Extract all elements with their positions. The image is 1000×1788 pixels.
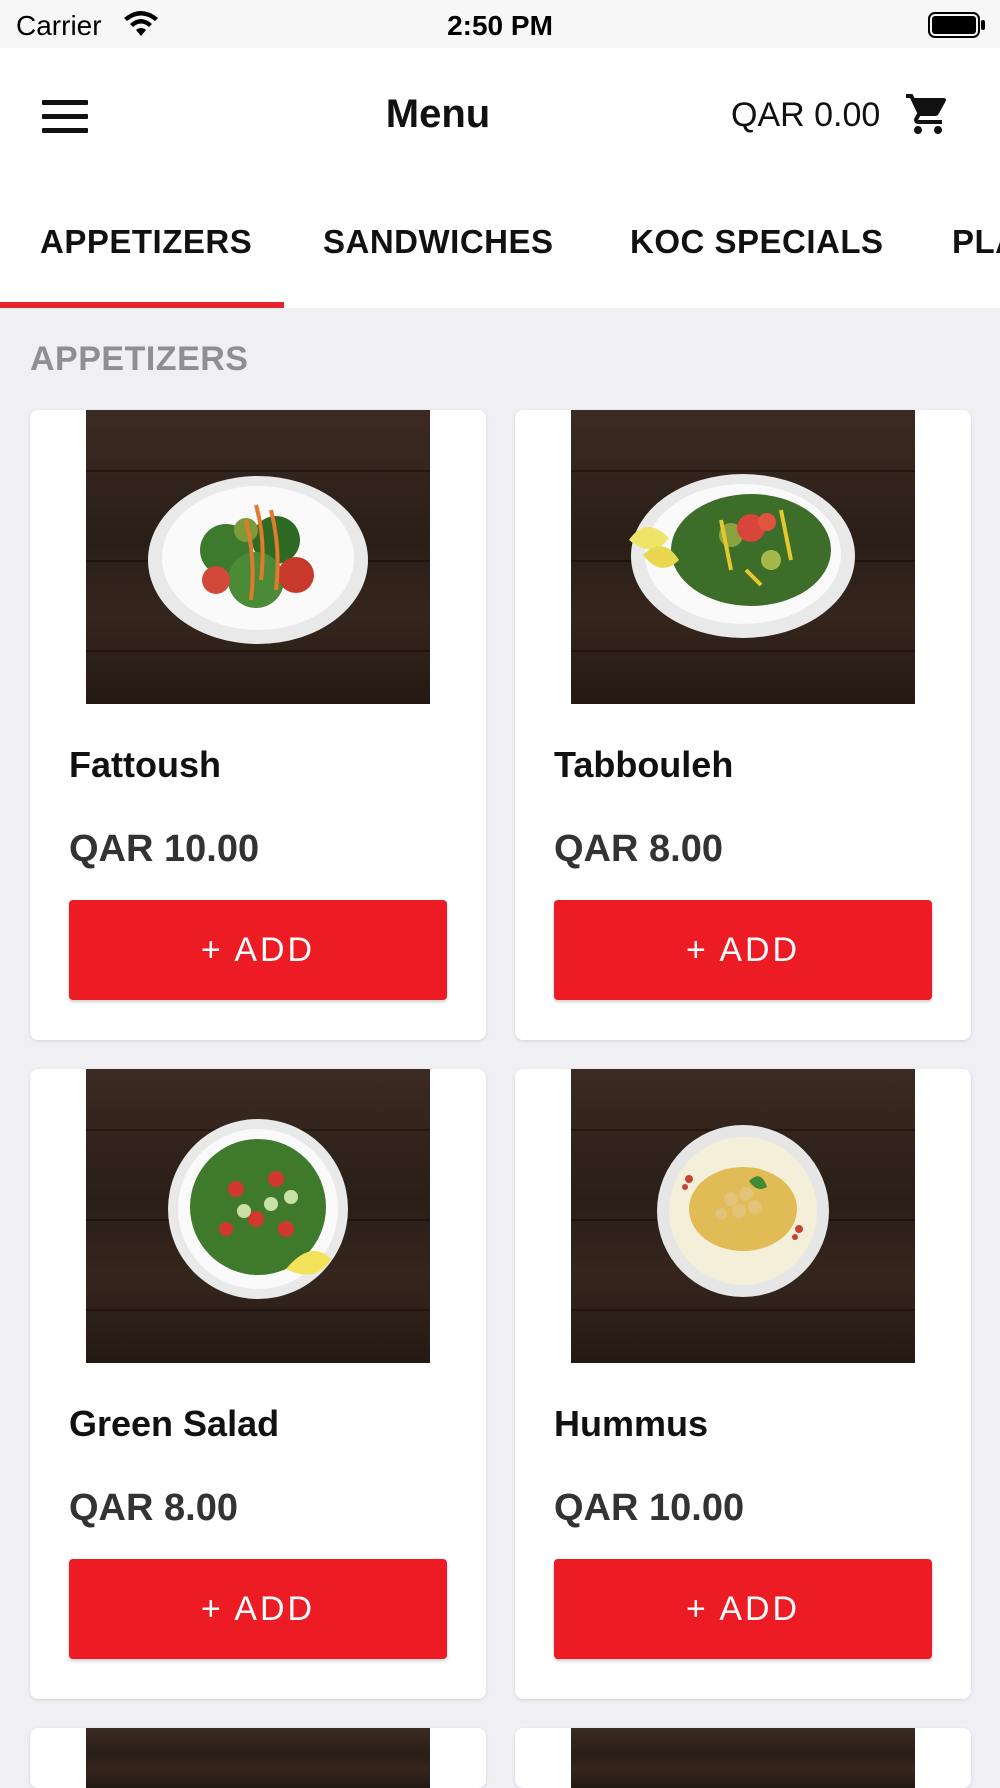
product-name: Fattoush (69, 744, 221, 785)
add-to-cart-button[interactable]: + ADD (554, 1559, 932, 1659)
product-name: Hummus (554, 1403, 709, 1444)
product-card-green-salad[interactable]: Green Salad QAR 8.00 + ADD (30, 1069, 486, 1699)
product-card-partial[interactable] (30, 1728, 486, 1788)
nav-bar: Menu QAR 0.00 (0, 48, 1000, 184)
tab-koc-specials[interactable]: KOC SPECIALS (630, 184, 884, 308)
tab-platters[interactable]: PLA (952, 184, 1000, 308)
product-card-fattoush[interactable]: Fattoush QAR 10.00 + ADD (30, 410, 486, 1040)
product-image-tabbouleh (571, 410, 915, 704)
status-bar: Carrier 2:50 PM (0, 0, 1000, 48)
product-image-hummus (571, 1069, 915, 1363)
product-price: QAR 10.00 (554, 1487, 745, 1529)
product-image-fattoush (86, 410, 430, 704)
battery-icon (928, 12, 985, 38)
product-price: QAR 8.00 (69, 1487, 238, 1529)
product-image (86, 1728, 430, 1788)
product-price: QAR 10.00 (69, 828, 260, 870)
add-to-cart-button[interactable]: + ADD (69, 900, 447, 1000)
status-time: 2:50 PM (447, 10, 553, 41)
tab-appetizers[interactable]: APPETIZERS (40, 184, 252, 308)
product-image (571, 1728, 915, 1788)
section-title: APPETIZERS (30, 340, 249, 378)
product-name: Tabbouleh (554, 744, 734, 785)
product-name: Green Salad (69, 1403, 280, 1444)
product-card-tabbouleh[interactable]: Tabbouleh QAR 8.00 + ADD (515, 410, 971, 1040)
shopping-cart-icon[interactable] (904, 90, 952, 138)
active-tab-indicator (0, 302, 284, 308)
tab-sandwiches[interactable]: SANDWICHES (323, 184, 554, 308)
product-image-green-salad (86, 1069, 430, 1363)
category-tabs: APPETIZERS SANDWICHES KOC SPECIALS PLA (0, 184, 1000, 308)
product-card-partial[interactable] (515, 1728, 971, 1788)
add-to-cart-button[interactable]: + ADD (554, 900, 932, 1000)
product-card-hummus[interactable]: Hummus QAR 10.00 + ADD (515, 1069, 971, 1699)
cart-total: QAR 0.00 (731, 96, 881, 134)
add-to-cart-button[interactable]: + ADD (69, 1559, 447, 1659)
product-price: QAR 8.00 (554, 828, 723, 870)
